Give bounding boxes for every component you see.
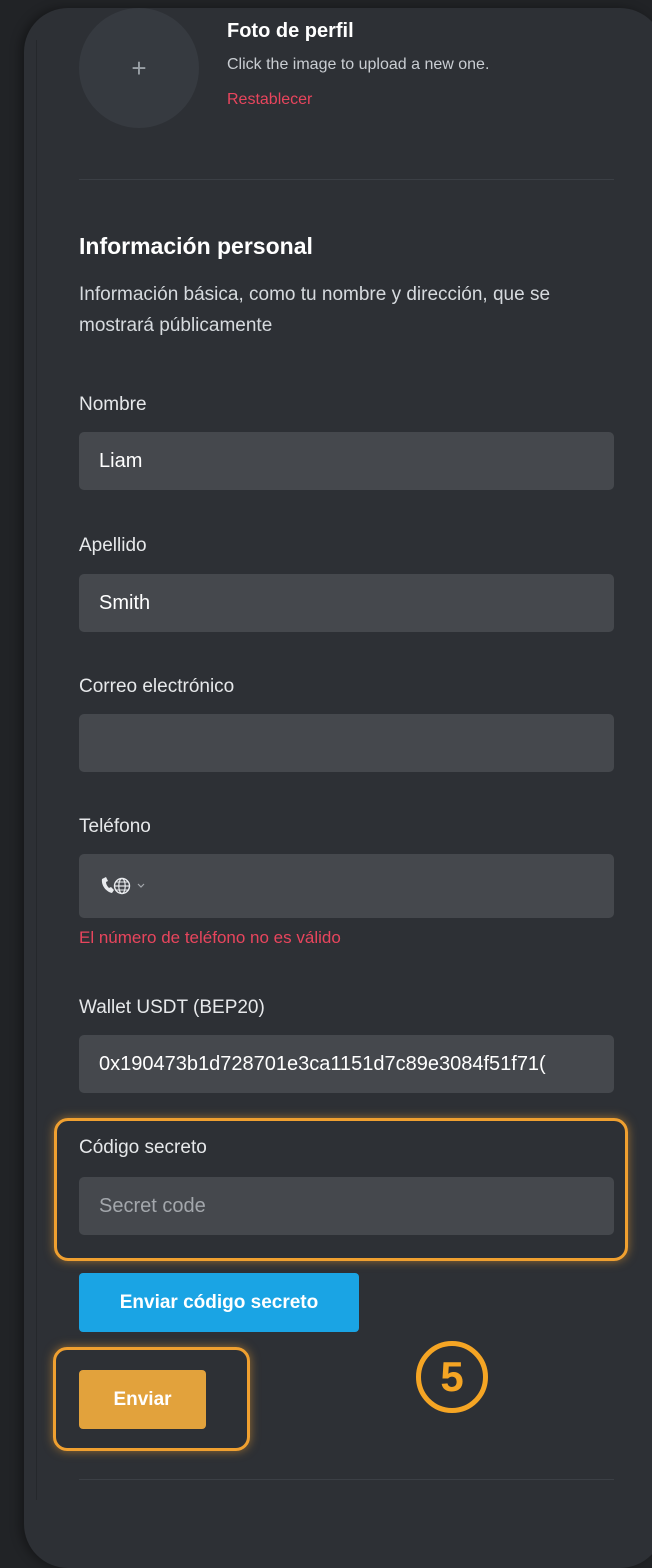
- phone-error-message: El número de teléfono no es válido: [79, 928, 341, 947]
- country-code-select[interactable]: [99, 875, 146, 897]
- send-secret-code-button[interactable]: Enviar código secreto: [79, 1273, 359, 1332]
- plus-icon: +: [131, 52, 147, 83]
- phone-globe-icon: [99, 875, 133, 897]
- first-name-value: Liam: [99, 449, 143, 472]
- first-name-label: Nombre: [79, 394, 147, 415]
- reset-photo-link[interactable]: Restablecer: [227, 91, 312, 109]
- phone-input[interactable]: [79, 854, 614, 918]
- card-divider-line: [36, 40, 37, 1500]
- wallet-value: 0x190473b1d728701e3ca1151d7c89e3084f51f7…: [99, 1052, 546, 1075]
- section-title: Información personal: [79, 233, 313, 259]
- first-name-input[interactable]: Liam: [79, 432, 614, 490]
- step-number-badge: 5: [416, 1341, 488, 1413]
- chevron-down-icon: [136, 882, 146, 890]
- submit-highlight: [53, 1347, 250, 1451]
- last-name-value: Smith: [99, 591, 151, 614]
- email-input[interactable]: [79, 714, 614, 772]
- wallet-label: Wallet USDT (BEP20): [79, 997, 265, 1018]
- wallet-input[interactable]: 0x190473b1d728701e3ca1151d7c89e3084f51f7…: [79, 1035, 614, 1093]
- avatar-upload[interactable]: +: [79, 8, 199, 128]
- last-name-input[interactable]: Smith: [79, 574, 614, 632]
- photo-title: Foto de perfil: [227, 20, 354, 42]
- photo-hint: Click the image to upload a new one.: [227, 56, 490, 73]
- email-label: Correo electrónico: [79, 676, 235, 697]
- section-description: Información básica, como tu nombre y dir…: [79, 284, 551, 336]
- section-divider: [79, 179, 614, 180]
- footer-divider: [79, 1479, 614, 1480]
- phone-label: Teléfono: [79, 816, 151, 837]
- last-name-label: Apellido: [79, 535, 147, 556]
- secret-code-highlight: [54, 1118, 628, 1261]
